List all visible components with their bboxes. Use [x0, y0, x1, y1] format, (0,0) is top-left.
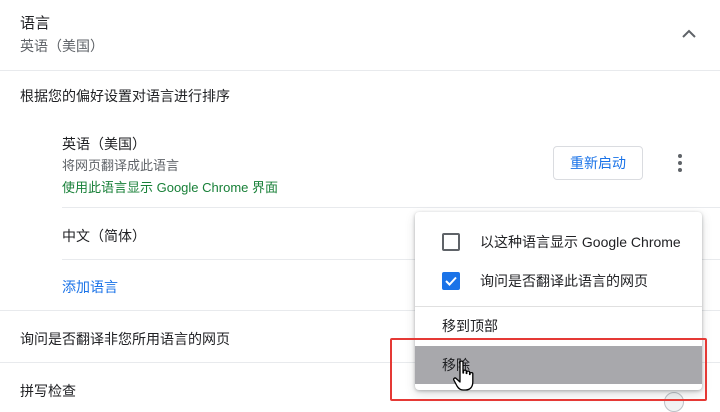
- spell-check-label: 拼写检查: [20, 383, 76, 399]
- restart-button[interactable]: 重新启动: [553, 146, 643, 180]
- menu-item-label: 询问是否翻译此语言的网页: [480, 273, 648, 289]
- divider: [62, 207, 720, 208]
- menu-item-label: 以这种语言显示 Google Chrome: [480, 234, 681, 250]
- order-languages-label: 根据您的偏好设置对语言进行排序: [20, 88, 230, 104]
- checkbox-display-chrome[interactable]: [442, 233, 460, 251]
- add-language-link[interactable]: 添加语言: [62, 277, 118, 297]
- offer-translate-label: 询问是否翻译非您所用语言的网页: [20, 331, 230, 347]
- menu-item-label: 移除: [442, 357, 470, 373]
- menu-item-label: 移到顶部: [442, 318, 498, 334]
- checkbox-offer-translate[interactable]: [442, 272, 460, 290]
- more-vert-icon: [678, 154, 682, 158]
- language-actions-menu: 以这种语言显示 Google Chrome 询问是否翻译此语言的网页 移到顶部 …: [415, 212, 702, 390]
- language-name: 中文（简体）: [62, 228, 146, 244]
- menu-item-remove[interactable]: 移除: [415, 346, 702, 384]
- toggle-knob[interactable]: [664, 392, 684, 412]
- chevron-up-icon: [682, 29, 696, 38]
- collapse-button[interactable]: [676, 20, 702, 46]
- check-icon: [445, 276, 457, 286]
- menu-item-move-top[interactable]: 移到顶部: [415, 308, 702, 344]
- language-name: 英语（美国）: [62, 136, 146, 152]
- language-translate-note: 将网页翻译成此语言: [62, 158, 180, 173]
- menu-item-display-chrome[interactable]: 以这种语言显示 Google Chrome: [415, 222, 702, 262]
- menu-item-offer-translate[interactable]: 询问是否翻译此语言的网页: [415, 262, 702, 300]
- current-language: 英语（美国）: [20, 38, 104, 54]
- section-title: 语言: [20, 15, 51, 32]
- language-ui-note: 使用此语言显示 Google Chrome 界面: [62, 180, 278, 195]
- more-actions-button[interactable]: [668, 150, 692, 176]
- menu-divider: [415, 306, 702, 307]
- divider: [0, 70, 720, 71]
